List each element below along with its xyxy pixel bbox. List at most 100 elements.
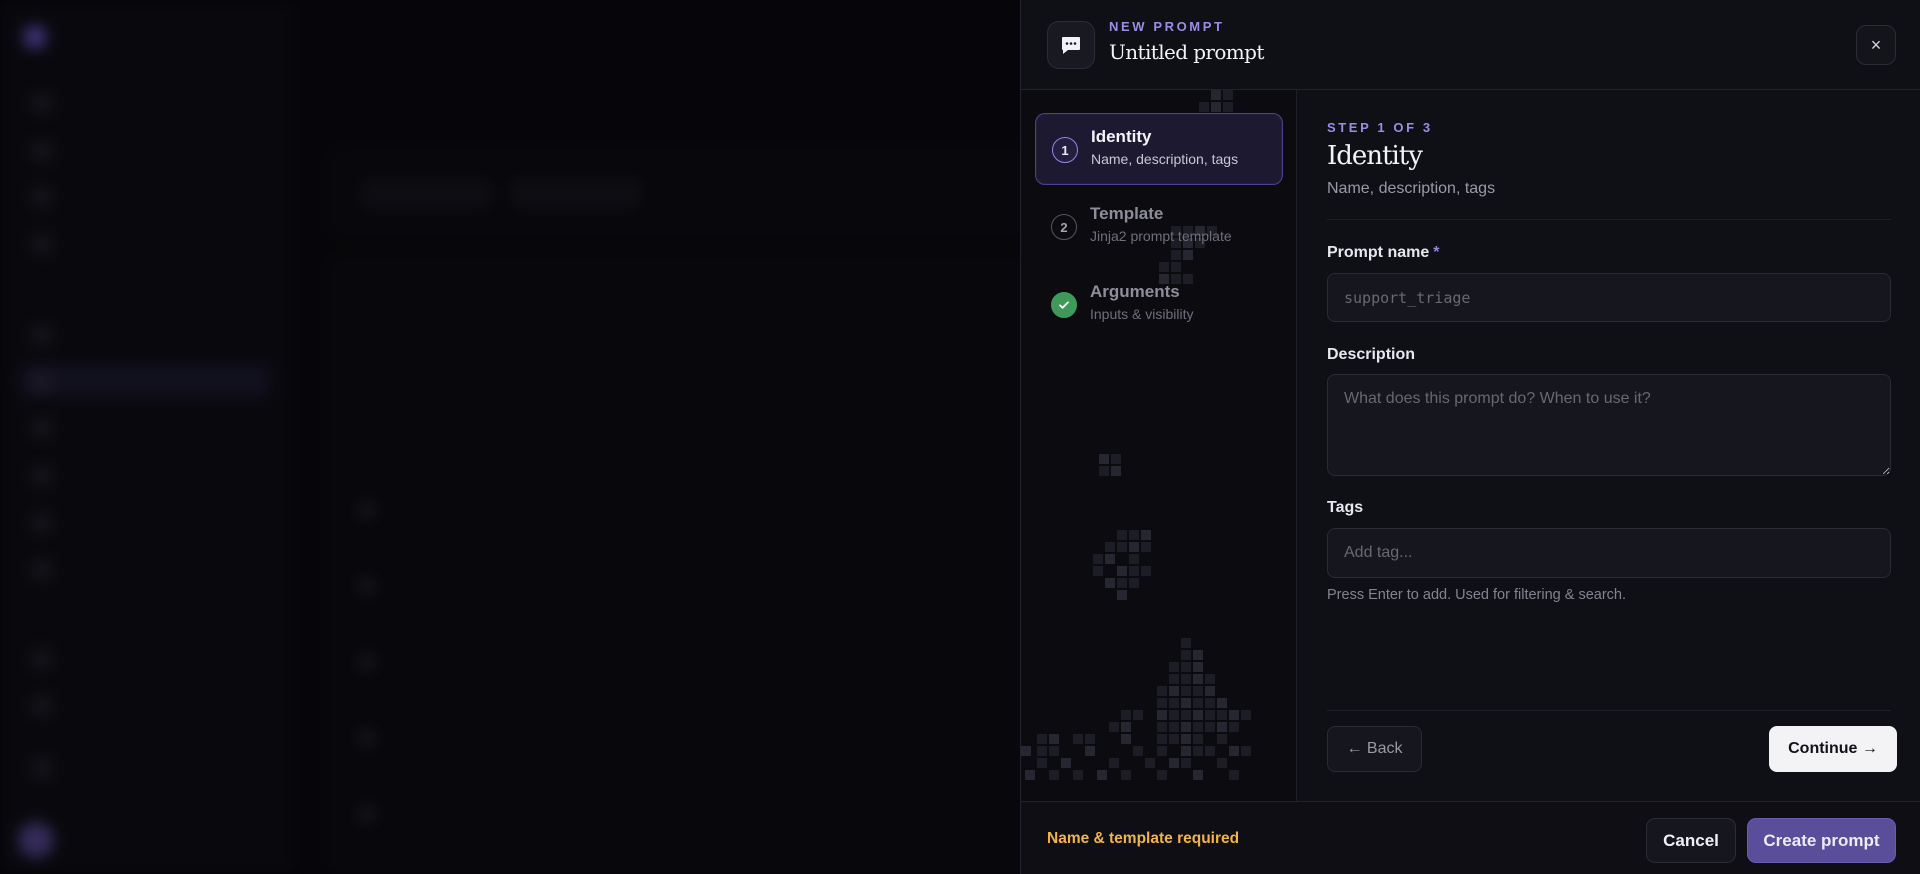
pixel-block [1181, 758, 1191, 768]
pixel-block [1157, 710, 1167, 720]
pixel-block [1099, 454, 1109, 464]
pixel-block [1169, 734, 1179, 744]
pixel-block [1111, 454, 1121, 464]
pixel-block [1085, 746, 1095, 756]
pixel-block [1181, 674, 1191, 684]
pixel-block [1169, 758, 1179, 768]
pixel-block [1199, 102, 1209, 112]
step-title: Identity [1091, 127, 1152, 146]
pixel-block [1217, 734, 1227, 744]
step-number: 2 [1051, 214, 1077, 240]
pixel-block [1223, 102, 1233, 112]
pixel-block [1181, 686, 1191, 696]
pixel-block [1117, 542, 1127, 552]
background-nav-item [20, 411, 270, 445]
pixel-block [1121, 770, 1131, 780]
pixel-block [1181, 722, 1191, 732]
pixel-block [1157, 734, 1167, 744]
pixel-block [1181, 698, 1191, 708]
step-template[interactable]: 2 Template Jinja2 prompt template [1035, 191, 1283, 263]
message-square-icon [1047, 21, 1095, 69]
pixel-block [1105, 578, 1115, 588]
pixel-block [1169, 662, 1179, 672]
pixel-block [1205, 722, 1215, 732]
app-logo [24, 26, 234, 48]
pixel-block [1105, 542, 1115, 552]
pixel-block [1133, 746, 1143, 756]
pixel-block [1141, 530, 1151, 540]
step-arguments[interactable]: Arguments Inputs & visibility [1035, 269, 1283, 341]
background-nav-item [20, 227, 270, 261]
pixel-block [1129, 542, 1139, 552]
pixel-block [1133, 710, 1143, 720]
pixel-block [1129, 566, 1139, 576]
pixel-block [1205, 686, 1215, 696]
pixel-block [1205, 698, 1215, 708]
pixel-block [1157, 746, 1167, 756]
tags-label: Tags [1327, 499, 1364, 516]
pixel-block [1229, 746, 1239, 756]
step-title: Arguments [1090, 282, 1180, 301]
step-navigator: 1 Identity Name, description, tags 2 Tem… [1021, 90, 1297, 801]
pixel-block [1145, 758, 1155, 768]
description-textarea[interactable] [1327, 374, 1891, 476]
step-identity[interactable]: 1 Identity Name, description, tags [1035, 113, 1283, 185]
pixel-block [1181, 734, 1191, 744]
pixel-block [1157, 722, 1167, 732]
pixel-block [1037, 746, 1047, 756]
pixel-block [1205, 746, 1215, 756]
validation-warning: Name & template required [1047, 830, 1240, 847]
pixel-block [1211, 102, 1221, 112]
pixel-block [1037, 758, 1047, 768]
pixel-block [1157, 698, 1167, 708]
pixel-block [1181, 746, 1191, 756]
prompt-name-label: Prompt name * [1327, 244, 1439, 262]
divider [1327, 710, 1891, 711]
continue-button[interactable]: Continue → [1769, 726, 1897, 772]
pixel-block [1109, 758, 1119, 768]
pixel-block [1181, 662, 1191, 672]
pixel-block [1217, 710, 1227, 720]
pixel-block [1223, 90, 1233, 100]
background-nav-item [20, 751, 270, 785]
pixel-block [1205, 674, 1215, 684]
check-icon [1051, 292, 1077, 318]
pixel-block [1093, 554, 1103, 564]
pixel-block [1117, 566, 1127, 576]
create-prompt-button[interactable]: Create prompt [1747, 818, 1896, 863]
pixel-block [1193, 710, 1203, 720]
cancel-button[interactable]: Cancel [1646, 818, 1736, 863]
pixel-block [1193, 686, 1203, 696]
pixel-block [1193, 770, 1203, 780]
pixel-block [1073, 770, 1083, 780]
step-subtitle: Inputs & visibility [1090, 306, 1194, 322]
pixel-block [1169, 710, 1179, 720]
pixel-block [1129, 578, 1139, 588]
pixel-block [1105, 554, 1115, 564]
pixel-block [1157, 770, 1167, 780]
pixel-block [1181, 710, 1191, 720]
description-label: Description [1327, 346, 1416, 363]
close-button[interactable]: × [1856, 25, 1896, 65]
required-mark: * [1433, 244, 1440, 261]
drawer-footer: Name & template required Cancel Create p… [1021, 801, 1920, 874]
background-nav-item [20, 86, 270, 120]
back-button[interactable]: ← Back [1327, 726, 1422, 772]
step-subtitle: Name, description, tags [1091, 151, 1239, 167]
background-nav-item [20, 459, 270, 493]
drawer-title: Untitled prompt [1109, 40, 1264, 64]
step-number: 1 [1052, 137, 1078, 163]
pixel-block [1093, 566, 1103, 576]
background-nav-item [20, 134, 270, 168]
pixel-block [1025, 770, 1035, 780]
pixel-block [1229, 722, 1239, 732]
pixel-block [1241, 710, 1251, 720]
prompt-name-label-text: Prompt name [1327, 244, 1430, 261]
pixel-block [1193, 698, 1203, 708]
background-nav-item [20, 689, 270, 723]
prompt-name-input[interactable] [1327, 273, 1891, 322]
tags-input[interactable] [1327, 528, 1891, 578]
pixel-block [1169, 686, 1179, 696]
pixel-block [1085, 734, 1095, 744]
pixel-block [1193, 722, 1203, 732]
